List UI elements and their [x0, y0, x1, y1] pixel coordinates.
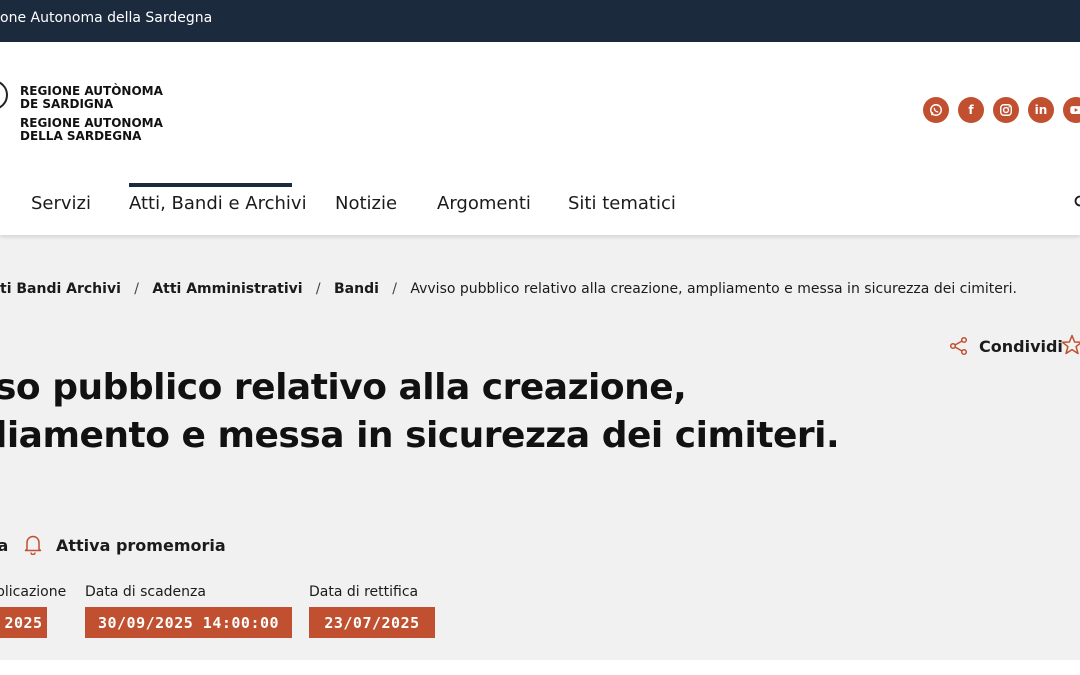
nav-active-indicator — [129, 183, 292, 187]
share-button[interactable]: Condividi — [949, 336, 1063, 356]
star-icon[interactable] — [1060, 333, 1080, 357]
reminder-button[interactable]: Attiva promemoria — [56, 536, 226, 555]
deadline-date-label: Data di scadenza — [85, 584, 206, 600]
rectify-date-badge: 23/07/2025 — [309, 607, 435, 638]
share-icon — [949, 336, 968, 356]
breadcrumb-current: Avviso pubblico relativo alla creazione,… — [410, 281, 1017, 297]
nav-item-argomenti[interactable]: Argomenti — [437, 193, 531, 214]
breadcrumb-atti-bandi-archivi[interactable]: ti Bandi Archivi — [0, 281, 121, 297]
publish-date-label: plicazione — [0, 584, 67, 600]
nav-item-siti-tematici[interactable]: Siti tematici — [568, 193, 676, 214]
logo-text-sardinian[interactable]: REGIONE AUTÒNOMA DE SARDIGNA — [20, 85, 163, 111]
breadcrumb-separator: / — [125, 281, 148, 297]
share-label: Condividi — [979, 336, 1063, 356]
facebook-glyph: f — [968, 103, 974, 117]
page-title-line: so pubblico relativo alla creazione, — [0, 367, 687, 408]
nav-item-atti-bandi-archivi[interactable]: Atti, Bandi e Archivi — [129, 193, 307, 214]
youtube-icon[interactable] — [1063, 97, 1080, 123]
breadcrumb: ti Bandi Archivi / Atti Amministrativi /… — [0, 281, 1017, 297]
linkedin-icon[interactable]: in — [1028, 97, 1054, 123]
publish-date-value: 2025 — [4, 613, 43, 632]
breadcrumb-bandi[interactable]: Bandi — [334, 281, 379, 297]
deadline-date-value: 30/09/2025 14:00:00 — [97, 613, 280, 632]
breadcrumb-separator: / — [307, 281, 330, 297]
facebook-icon[interactable]: f — [958, 97, 984, 123]
breadcrumb-separator: / — [383, 281, 406, 297]
bell-icon[interactable] — [23, 533, 43, 555]
search-icon[interactable] — [1074, 195, 1080, 209]
deadline-date-badge: 30/09/2025 14:00:00 — [85, 607, 292, 638]
linkedin-glyph: in — [1034, 103, 1048, 117]
content-section-below — [0, 660, 1080, 675]
social-links: f in — [923, 97, 1080, 123]
instagram-icon[interactable] — [993, 97, 1019, 123]
rectify-date-label: Data di rettifica — [309, 584, 419, 600]
logo-text-italian[interactable]: REGIONE AUTONOMA DELLA SARDEGNA — [20, 117, 163, 143]
action-link-cut[interactable]: pa — [0, 536, 8, 555]
region-name-link[interactable]: one Autonoma della Sardegna — [0, 10, 212, 26]
logo-line: DE SARDIGNA — [20, 97, 114, 111]
page-title-line: liamento e messa in sicurezza dei cimite… — [0, 415, 840, 456]
page-title: so pubblico relativo alla creazione, lia… — [0, 364, 840, 460]
nav-item-servizi[interactable]: Servizi — [31, 193, 91, 214]
region-seal-icon[interactable] — [0, 80, 8, 110]
publish-date-badge: 2025 — [0, 607, 47, 638]
whatsapp-icon[interactable] — [923, 97, 949, 123]
top-bar: one Autonoma della Sardegna — [0, 0, 1080, 42]
breadcrumb-atti-amministrativi[interactable]: Atti Amministrativi — [152, 281, 302, 297]
logo-line: DELLA SARDEGNA — [20, 129, 142, 143]
nav-item-notizie[interactable]: Notizie — [335, 193, 397, 214]
rectify-date-value: 23/07/2025 — [324, 613, 420, 632]
